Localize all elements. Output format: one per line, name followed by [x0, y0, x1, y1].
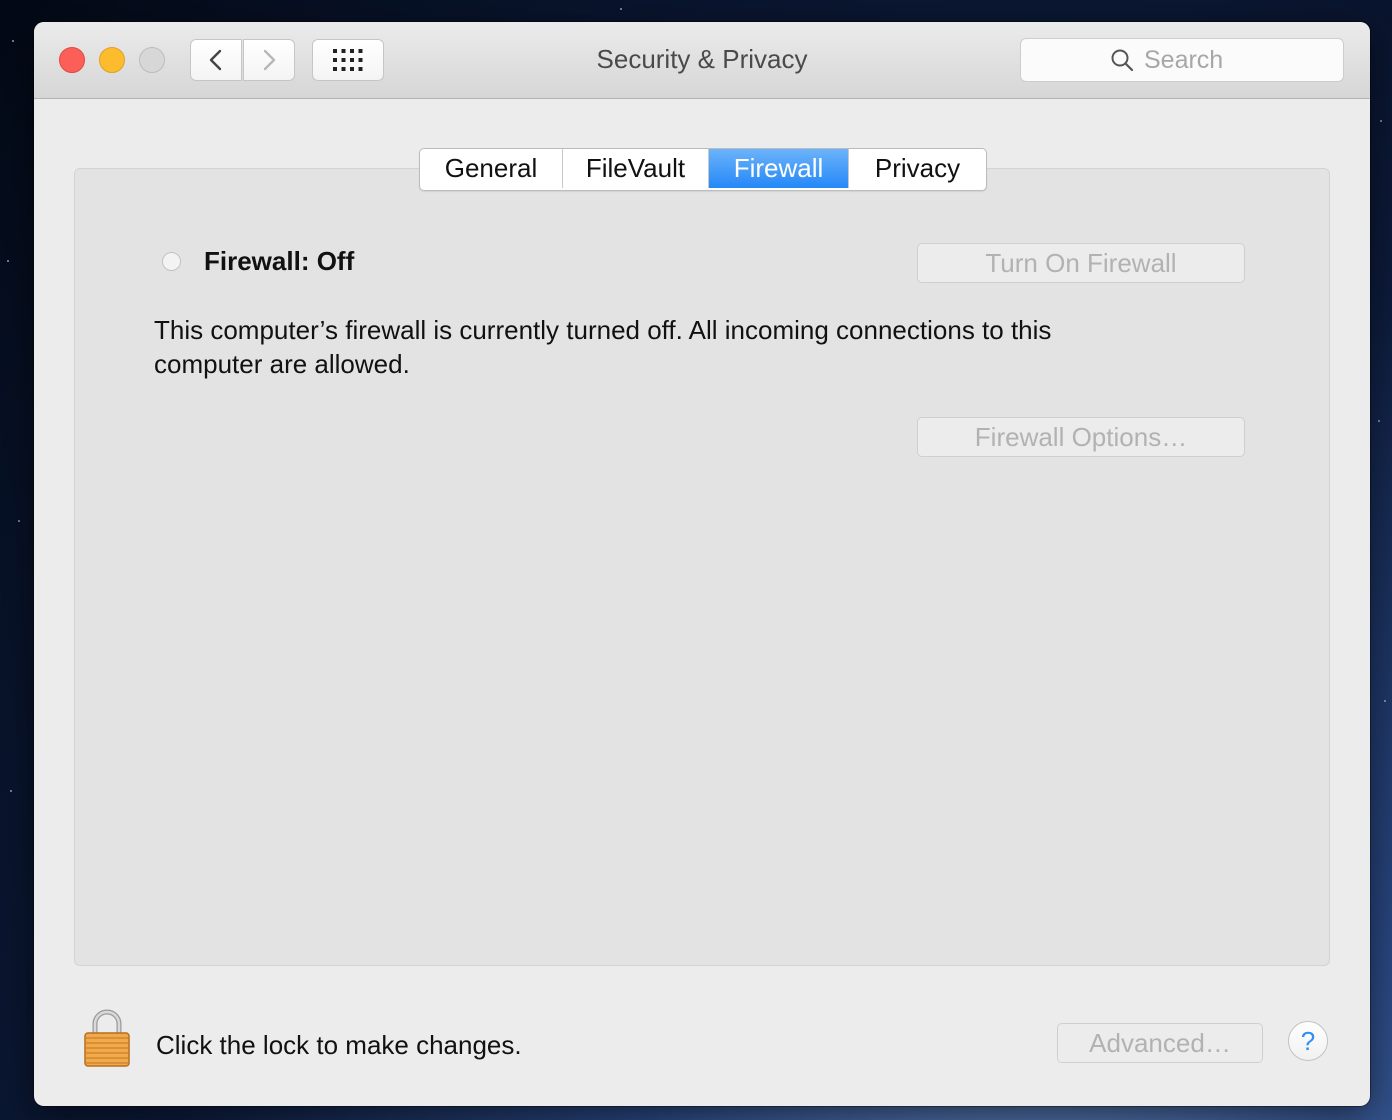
star	[620, 8, 622, 10]
back-button[interactable]	[190, 39, 242, 81]
star	[10, 790, 12, 792]
firewall-status-label: Firewall: Off	[204, 246, 355, 276]
search-input[interactable]	[1144, 45, 1254, 75]
close-button[interactable]	[59, 47, 85, 73]
forward-button[interactable]	[243, 39, 295, 81]
star	[7, 260, 9, 262]
minimize-button[interactable]	[99, 47, 125, 73]
star	[1380, 120, 1382, 122]
zoom-button[interactable]	[139, 47, 165, 73]
chevron-right-icon	[263, 49, 276, 71]
firewall-status-indicator	[162, 252, 181, 271]
title-bar: Security & Privacy	[34, 22, 1370, 99]
star	[12, 40, 14, 42]
chevron-left-icon	[209, 49, 222, 71]
search-icon	[1111, 49, 1134, 72]
firewall-description: This computer’s firewall is currently tu…	[154, 315, 1052, 379]
show-all-button[interactable]	[312, 39, 384, 81]
tab-filevault[interactable]: FileVault	[563, 149, 709, 188]
turn-on-firewall-button[interactable]: Turn On Firewall	[917, 243, 1245, 283]
firewall-panel	[74, 168, 1330, 966]
star	[1384, 700, 1386, 702]
lock-instruction: Click the lock to make changes.	[156, 1030, 522, 1060]
help-button[interactable]: ?	[1288, 1021, 1328, 1061]
firewall-options-button[interactable]: Firewall Options…	[917, 417, 1245, 457]
grid-icon	[333, 49, 363, 71]
tab-firewall[interactable]: Firewall	[709, 149, 849, 188]
lock-icon[interactable]	[82, 1008, 132, 1068]
tab-general[interactable]: General	[420, 149, 563, 188]
search-field[interactable]	[1020, 38, 1344, 82]
star	[18, 520, 20, 522]
tab-privacy[interactable]: Privacy	[849, 149, 986, 188]
advanced-button[interactable]: Advanced…	[1057, 1023, 1263, 1063]
preferences-window: Security & Privacy General FileVault Fir…	[34, 22, 1370, 1106]
star	[1378, 420, 1380, 422]
tab-bar: General FileVault Firewall Privacy	[419, 148, 987, 191]
